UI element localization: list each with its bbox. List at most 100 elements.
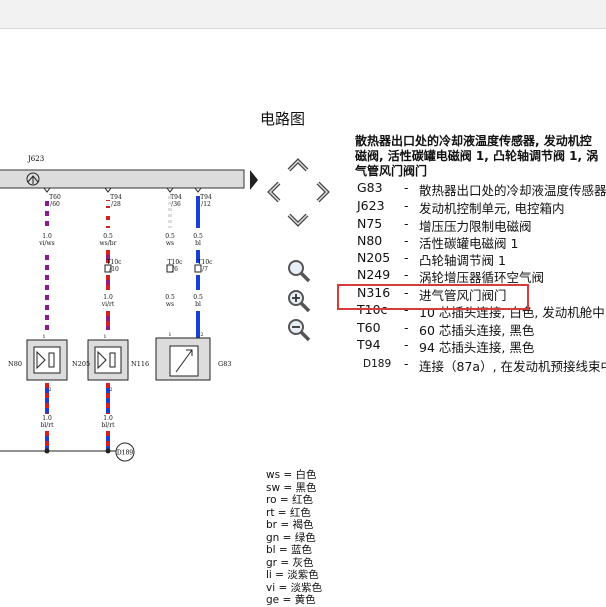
connection-point-label: D189 xyxy=(117,450,133,457)
pan-up-button[interactable] xyxy=(285,153,311,179)
diagram-pointer-icon xyxy=(250,170,258,190)
color-key-item: ws = 白色 xyxy=(266,469,317,481)
legend-item-t94: T94 -94 芯插头连接, 黑色 xyxy=(357,337,606,355)
wire-color-label: ws xyxy=(166,240,174,247)
legend-code: N75 xyxy=(357,216,383,231)
legend-item-n249: N249- 涡轮增压器循环空气阀 xyxy=(357,267,606,285)
wire-color-label: ws xyxy=(166,301,174,308)
pin-marker xyxy=(43,187,51,193)
legend-description: 散热器出口处的冷却液温度传感器 xyxy=(419,183,606,198)
legend-item-g83: G83 - 散热器出口处的冷却液温度传感器 xyxy=(357,180,606,198)
legend-dash: - xyxy=(404,267,409,282)
component-label: N80 xyxy=(8,360,22,368)
color-key-item: vi = 淡紫色 xyxy=(266,581,323,594)
legend-item-n205: N205- 凸轮轴调节阀 1 xyxy=(357,250,606,268)
legend-heading-line: 磁阀, 活性碳罐电磁阀 1, 凸轮轴调节阀 1, 涡 xyxy=(355,149,599,163)
wire-color-label: vi/rt xyxy=(101,301,115,308)
pin-number: 1 xyxy=(168,332,171,338)
legend-dash: - xyxy=(404,233,409,248)
legend-code: N205 xyxy=(357,250,391,265)
pin-marker xyxy=(194,187,202,193)
legend-dash: - xyxy=(404,216,409,231)
wire-color-label: bl xyxy=(195,301,201,308)
wire-size-label: 0.5 xyxy=(193,233,203,240)
wire-size-label: 1.0 xyxy=(103,294,113,301)
pin-label: /60 xyxy=(50,201,60,208)
zoom-out-button[interactable] xyxy=(286,317,312,343)
pin-label: T94 xyxy=(200,194,212,201)
highlight-box xyxy=(337,284,529,310)
pin-number: 2 xyxy=(48,387,51,393)
legend-dash: - xyxy=(404,337,409,352)
pin-number: 1 xyxy=(103,334,106,340)
color-key-item: li = 淡紫色 xyxy=(266,569,319,581)
legend-dash: - xyxy=(404,180,409,195)
wire-size-label: 0.5 xyxy=(165,233,175,240)
color-key-item: sw = 黑色 xyxy=(266,481,317,494)
legend-item-d189: D189- 连接（87a）, 在发动机预接线束中 xyxy=(357,356,606,374)
color-key-item: ge = 黄色 xyxy=(266,594,316,606)
component-n80-coil xyxy=(33,346,61,374)
legend-item-n80: N80- 活性碳罐电磁阀 1 xyxy=(357,233,606,251)
magnifier-icon xyxy=(288,260,311,283)
chevron-up-icon xyxy=(287,158,309,172)
pin-marker xyxy=(166,187,174,193)
legend-heading-line: 散热器出口处的冷却液温度传感器, 发动机控 xyxy=(355,134,592,148)
connector-label: /7 xyxy=(202,266,208,273)
legend-dash: - xyxy=(404,198,409,213)
color-key-item: gr = 灰色 xyxy=(266,556,314,569)
wire-color-label: bl/rt xyxy=(101,422,115,429)
legend-item-t60: T60-60 芯插头连接, 黑色 xyxy=(357,320,606,338)
pin-marker xyxy=(104,187,112,193)
wire-size-label: 0.5 xyxy=(193,294,203,301)
wire-size-label: 0.5 xyxy=(165,294,175,301)
zoom-in-icon xyxy=(288,290,311,313)
wire-color-label: ws/br xyxy=(100,240,117,247)
control-unit-bar xyxy=(0,169,245,189)
chevron-down-icon xyxy=(287,213,309,227)
component-label: N116 xyxy=(131,360,149,368)
wire-size-label: 0.5 xyxy=(103,233,113,240)
control-unit-label: J623 xyxy=(27,155,44,163)
pin-number: 2 xyxy=(109,387,112,393)
pan-right-button[interactable] xyxy=(309,179,335,205)
component-label: N205 xyxy=(72,360,90,368)
pin-number: 2 xyxy=(200,332,203,338)
connector-mark xyxy=(194,264,202,273)
legend-dash: - xyxy=(404,250,409,265)
legend-heading-line: 气管风门阀门 xyxy=(355,164,428,178)
legend-description: 94 芯插头连接, 黑色 xyxy=(419,340,535,355)
pin-label: /28 xyxy=(111,201,121,208)
zoom-out-icon xyxy=(288,319,311,342)
chevron-right-icon xyxy=(316,181,330,203)
component-n205-coil xyxy=(94,346,122,374)
color-key-item: rt = 红色 xyxy=(266,506,311,519)
legend-code: D189 xyxy=(363,358,392,370)
wire-size-label: 1.0 xyxy=(103,415,113,422)
legend-description: 发动机控制单元, 电控箱内 xyxy=(419,201,565,216)
wire-size-label: 1.0 xyxy=(42,233,52,240)
wire-color-key: ws = 白色 sw = 黑色 ro = 红色 rt = 红色 br = 褐色 gn = … xyxy=(266,469,376,607)
component-label: G83 xyxy=(218,360,231,368)
wire-color-label: vi/ws xyxy=(38,240,55,247)
legend-code: N249 xyxy=(357,267,391,282)
zoom-fit-button[interactable] xyxy=(286,258,312,284)
wire-size-label: 1.0 xyxy=(42,415,52,422)
legend-dash: - xyxy=(404,356,409,371)
color-key-item: bl = 蓝色 xyxy=(266,544,313,556)
pin-label: /36 xyxy=(171,201,181,208)
color-key-item: ro = 红色 xyxy=(266,494,313,506)
zoom-in-button[interactable] xyxy=(286,288,312,314)
legend-heading: 散热器出口处的冷却液温度传感器, 发动机控 磁阀, 活性碳罐电磁阀 1, 凸轮轴… xyxy=(355,134,606,179)
pan-down-button[interactable] xyxy=(285,206,311,232)
legend-code: G83 xyxy=(357,180,383,195)
legend-code: N80 xyxy=(357,233,383,248)
wire-color-label: bl xyxy=(195,240,201,247)
pan-left-button[interactable] xyxy=(262,179,288,205)
legend-code: T94 xyxy=(357,337,381,352)
legend-description: 连接（87a）, 在发动机预接线束中 xyxy=(419,359,606,374)
page-title: 电路图 xyxy=(260,110,306,128)
legend-code: T60 xyxy=(357,320,381,335)
legend-item-n75: N75- 增压压力限制电磁阀 xyxy=(357,216,606,234)
chevron-left-icon xyxy=(267,181,281,203)
